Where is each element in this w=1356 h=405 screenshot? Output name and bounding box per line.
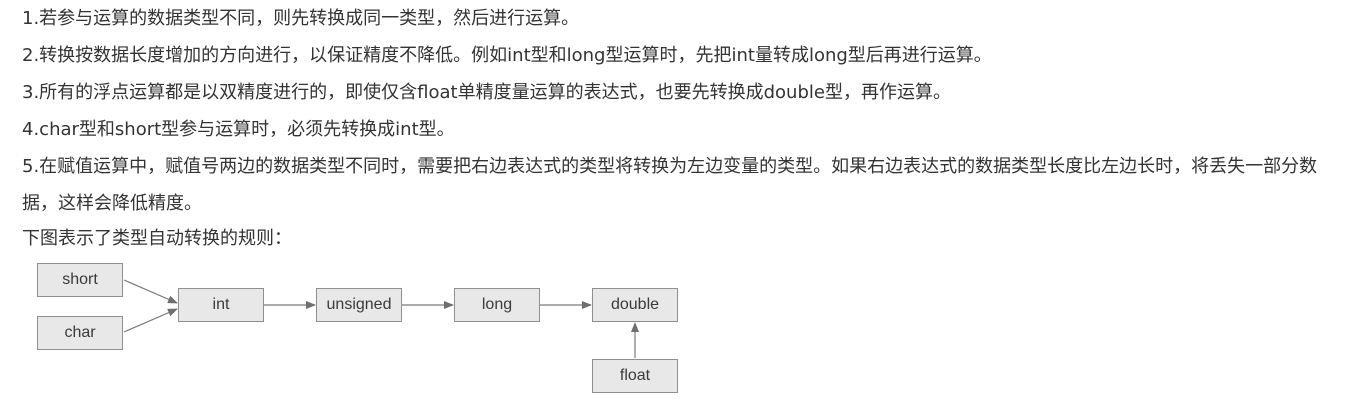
article-body: 1.若参与运算的数据类型不同，则先转换成同一类型，然后进行运算。 2.转换按数据… bbox=[22, 0, 1352, 256]
diagram-intro: 下图表示了类型自动转换的规则： bbox=[22, 228, 292, 249]
type-box-double: double bbox=[592, 288, 678, 322]
type-conversion-diagram: short char int unsigned long double floa… bbox=[36, 262, 686, 397]
type-box-unsigned: unsigned bbox=[316, 288, 402, 322]
type-box-short: short bbox=[37, 263, 123, 297]
type-box-int: int bbox=[178, 288, 264, 322]
rule-paragraph-1: 1.若参与运算的数据类型不同，则先转换成同一类型，然后进行运算。 bbox=[22, 8, 580, 29]
rule-paragraph-5: 5.在赋值运算中，赋值号两边的数据类型不同时，需要把右边表达式的类型将转换为左边… bbox=[22, 156, 1318, 214]
diagram-arrows bbox=[123, 279, 639, 358]
arrow-char-to-int bbox=[123, 308, 178, 333]
rule-paragraph-4: 4.char型和short型参与运算时，必须先转换成int型。 bbox=[22, 119, 455, 140]
arrow-short-to-int bbox=[123, 279, 178, 304]
type-box-float: float bbox=[592, 359, 678, 393]
type-box-long: long bbox=[454, 288, 540, 322]
type-box-char: char bbox=[37, 316, 123, 350]
rule-paragraph-3: 3.所有的浮点运算都是以双精度进行的，即使仅含float单精度量运算的表达式，也… bbox=[22, 82, 951, 103]
rule-paragraph-2: 2.转换按数据长度增加的方向进行，以保证精度不降低。例如int型和long型运算… bbox=[22, 45, 992, 66]
